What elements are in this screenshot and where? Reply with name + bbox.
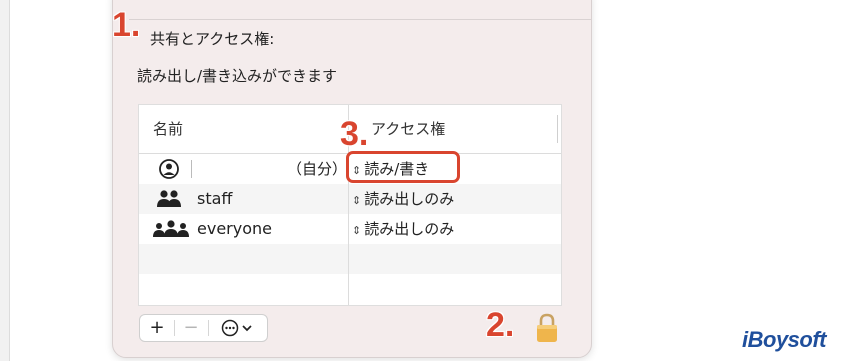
- section-title: 共有とアクセス権:: [150, 30, 275, 48]
- divider: [174, 320, 175, 336]
- divider: [129, 19, 591, 20]
- annotation-step-2: 2.: [486, 306, 515, 344]
- access-popup-everyone[interactable]: ⇕ 読み出しのみ: [352, 214, 454, 246]
- user-name: everyone: [197, 219, 272, 238]
- access-value: 読み出しのみ: [364, 220, 455, 238]
- text-cursor: [191, 160, 192, 178]
- divider: [208, 320, 209, 336]
- add-user-button[interactable]: +: [142, 315, 172, 341]
- remove-user-button[interactable]: −: [176, 315, 206, 341]
- annotation-highlight-box: [346, 151, 460, 183]
- ellipsis-circle-icon: [221, 319, 252, 337]
- access-popup-staff[interactable]: ⇕ 読み出しのみ: [352, 184, 454, 216]
- table-row-everyone[interactable]: everyone ⇕ 読み出しのみ: [139, 214, 561, 244]
- table-row-empty: [139, 244, 561, 274]
- lock-icon[interactable]: [535, 312, 559, 344]
- permission-status-text: 読み出し/書き込みができます: [137, 67, 338, 85]
- group-icon: [153, 188, 185, 210]
- column-header-access[interactable]: アクセス権: [371, 105, 445, 153]
- user-name: staff: [197, 189, 233, 208]
- column-header-name[interactable]: 名前: [153, 105, 183, 153]
- table-row-staff[interactable]: staff ⇕ 読み出しのみ: [139, 184, 561, 214]
- access-value: 読み出しのみ: [364, 190, 455, 208]
- everyone-icon: [153, 218, 189, 240]
- up-down-chevron-icon: ⇕: [352, 194, 362, 207]
- permissions-toolbar: + −: [139, 314, 268, 342]
- table-row-empty: [139, 274, 561, 304]
- column-resize-handle[interactable]: [557, 115, 558, 143]
- self-label: （自分）: [287, 160, 348, 178]
- up-down-chevron-icon: ⇕: [352, 224, 362, 237]
- more-actions-button[interactable]: [214, 315, 262, 341]
- watermark-logo: iBoysoft: [742, 327, 827, 352]
- window-edge: [0, 0, 10, 361]
- annotation-step-3: 3.: [340, 115, 369, 153]
- annotation-step-1: 1.: [112, 6, 141, 44]
- user-circle-icon: [153, 158, 185, 180]
